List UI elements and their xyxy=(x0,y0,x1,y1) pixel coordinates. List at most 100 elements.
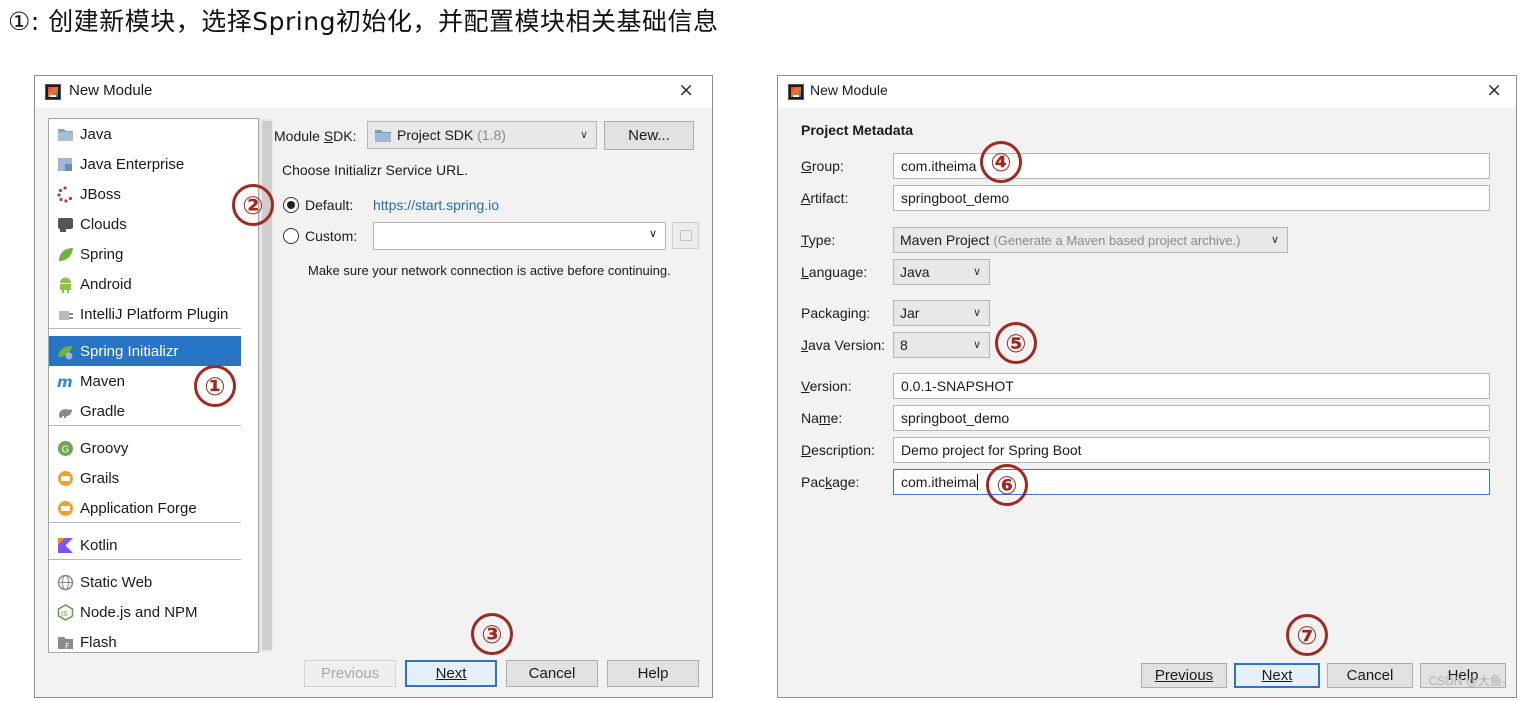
title-bar: New Module × xyxy=(35,76,712,108)
description-label: Description: xyxy=(801,442,875,458)
project-type-item[interactable]: Static Web xyxy=(49,567,241,597)
cancel-button[interactable]: Cancel xyxy=(1327,663,1413,688)
language-select[interactable]: Java ∨ xyxy=(893,259,990,285)
previous-button[interactable]: Previous xyxy=(1141,663,1227,688)
java-version-label: Java Version: xyxy=(801,337,886,353)
next-label: Next xyxy=(1261,667,1293,684)
list-separator xyxy=(49,522,241,523)
project-type-label: Java xyxy=(80,125,112,143)
project-type-label: Maven xyxy=(80,372,126,390)
dialog-title: New Module xyxy=(69,82,153,99)
project-type-label: Spring xyxy=(80,245,124,263)
close-icon[interactable]: × xyxy=(1486,79,1502,101)
nodejs-icon: JS xyxy=(57,603,74,621)
close-icon[interactable]: × xyxy=(678,79,694,101)
artifact-label: Artifact: xyxy=(801,190,849,206)
spring-initializr-icon xyxy=(57,343,74,360)
previous-label: Previous xyxy=(1154,667,1214,684)
dialog-title: New Module xyxy=(810,82,888,98)
cancel-button[interactable]: Cancel xyxy=(506,660,598,687)
package-input[interactable]: com.itheima xyxy=(893,469,1490,495)
project-type-item[interactable]: Kotlin xyxy=(49,530,241,560)
project-type-label: Grails xyxy=(80,469,120,487)
new-sdk-button[interactable]: New... xyxy=(604,121,694,150)
language-label: Language: xyxy=(801,264,868,280)
chevron-down-icon: ∨ xyxy=(972,339,981,351)
version-input[interactable]: 0.0.1-SNAPSHOT xyxy=(893,373,1490,399)
sdk-value: Project SDK xyxy=(397,127,474,143)
sdk-hint: (1.8) xyxy=(477,127,506,143)
kotlin-icon xyxy=(57,537,74,554)
step-badge-3: ③ xyxy=(471,613,513,655)
android-icon xyxy=(57,276,74,293)
step-badge-4: ④ xyxy=(980,141,1022,183)
name-input[interactable]: springboot_demo xyxy=(893,405,1490,431)
project-type-item[interactable]: Spring Initializr xyxy=(49,336,241,366)
java-enterprise-icon xyxy=(57,156,74,173)
version-label: Version: xyxy=(801,378,852,394)
default-url-link[interactable]: https://start.spring.io xyxy=(373,197,499,213)
chevron-down-icon: ∨ xyxy=(972,266,981,278)
packaging-value: Jar xyxy=(900,305,920,321)
svg-text:G: G xyxy=(62,444,70,455)
grails-icon xyxy=(57,470,74,487)
previous-button[interactable]: Previous xyxy=(304,660,396,687)
clouds-icon xyxy=(57,216,74,233)
type-hint: (Generate a Maven based project archive.… xyxy=(993,232,1241,248)
list-separator xyxy=(49,425,241,426)
module-sdk-label: Module SDK: xyxy=(274,128,357,144)
project-type-item[interactable]: Android xyxy=(49,269,241,299)
project-type-item[interactable]: Java xyxy=(49,119,241,149)
project-type-item[interactable]: IntelliJ Platform Plugin xyxy=(49,299,241,329)
type-select[interactable]: Maven Project (Generate a Maven based pr… xyxy=(893,227,1288,253)
description-input[interactable]: Demo project for Spring Boot xyxy=(893,437,1490,463)
spring-leaf-icon xyxy=(57,246,74,263)
watermark: CSDN @大鱼- xyxy=(1428,674,1506,688)
module-sdk-select[interactable]: Project SDK (1.8) ∨ xyxy=(367,121,597,149)
custom-radio[interactable] xyxy=(283,228,299,244)
svg-text:JS: JS xyxy=(60,610,68,618)
type-value: Maven Project xyxy=(900,232,990,248)
project-type-item[interactable]: Clouds xyxy=(49,209,241,239)
language-value: Java xyxy=(900,264,930,280)
project-type-label: Flash xyxy=(80,633,117,651)
project-type-item[interactable]: G Groovy xyxy=(49,433,241,463)
chevron-down-icon: ∨ xyxy=(1270,234,1279,246)
new-module-dialog-2: New Module × Project Metadata Group: com… xyxy=(777,75,1517,698)
project-type-label: IntelliJ Platform Plugin xyxy=(80,305,229,323)
application-forge-icon xyxy=(57,500,74,517)
edit-url-button[interactable] xyxy=(672,222,699,249)
packaging-label: Packaging: xyxy=(801,305,871,321)
plugin-icon xyxy=(57,306,74,323)
custom-label: Custom: xyxy=(305,228,358,244)
title-bar: New Module × xyxy=(778,76,1516,108)
package-label: Package: xyxy=(801,474,860,490)
project-type-item[interactable]: F Flash xyxy=(49,627,241,657)
next-button[interactable]: Next xyxy=(1234,663,1320,688)
default-radio[interactable] xyxy=(283,197,299,213)
project-type-item[interactable]: Application Forge xyxy=(49,493,241,523)
step-badge-7: ⑦ xyxy=(1286,614,1328,656)
groovy-icon: G xyxy=(57,440,74,457)
project-type-item[interactable]: Spring xyxy=(49,239,241,269)
project-type-item[interactable]: JBoss xyxy=(49,179,241,209)
project-type-label: Groovy xyxy=(80,439,129,457)
project-type-label: Android xyxy=(80,275,132,293)
svg-text:F: F xyxy=(65,642,70,651)
artifact-input[interactable]: springboot_demo xyxy=(893,185,1490,211)
next-button[interactable]: Next xyxy=(405,660,497,687)
service-url-label: Choose Initializr Service URL. xyxy=(282,162,468,178)
custom-url-input[interactable]: ∨ xyxy=(373,222,666,250)
network-note: Make sure your network connection is act… xyxy=(308,263,671,278)
next-label: Next xyxy=(435,665,467,682)
chevron-down-icon: ∨ xyxy=(972,307,981,319)
intellij-app-icon xyxy=(45,84,61,100)
help-button[interactable]: Help xyxy=(607,660,699,687)
project-type-item[interactable]: JS Node.js and NPM xyxy=(49,597,241,627)
java-version-select[interactable]: 8 ∨ xyxy=(893,332,990,358)
project-type-item[interactable]: Grails xyxy=(49,463,241,493)
packaging-select[interactable]: Jar ∨ xyxy=(893,300,990,326)
type-label: Type: xyxy=(801,232,836,248)
project-type-item[interactable]: Java Enterprise xyxy=(49,149,241,179)
default-label: Default: xyxy=(305,197,354,213)
